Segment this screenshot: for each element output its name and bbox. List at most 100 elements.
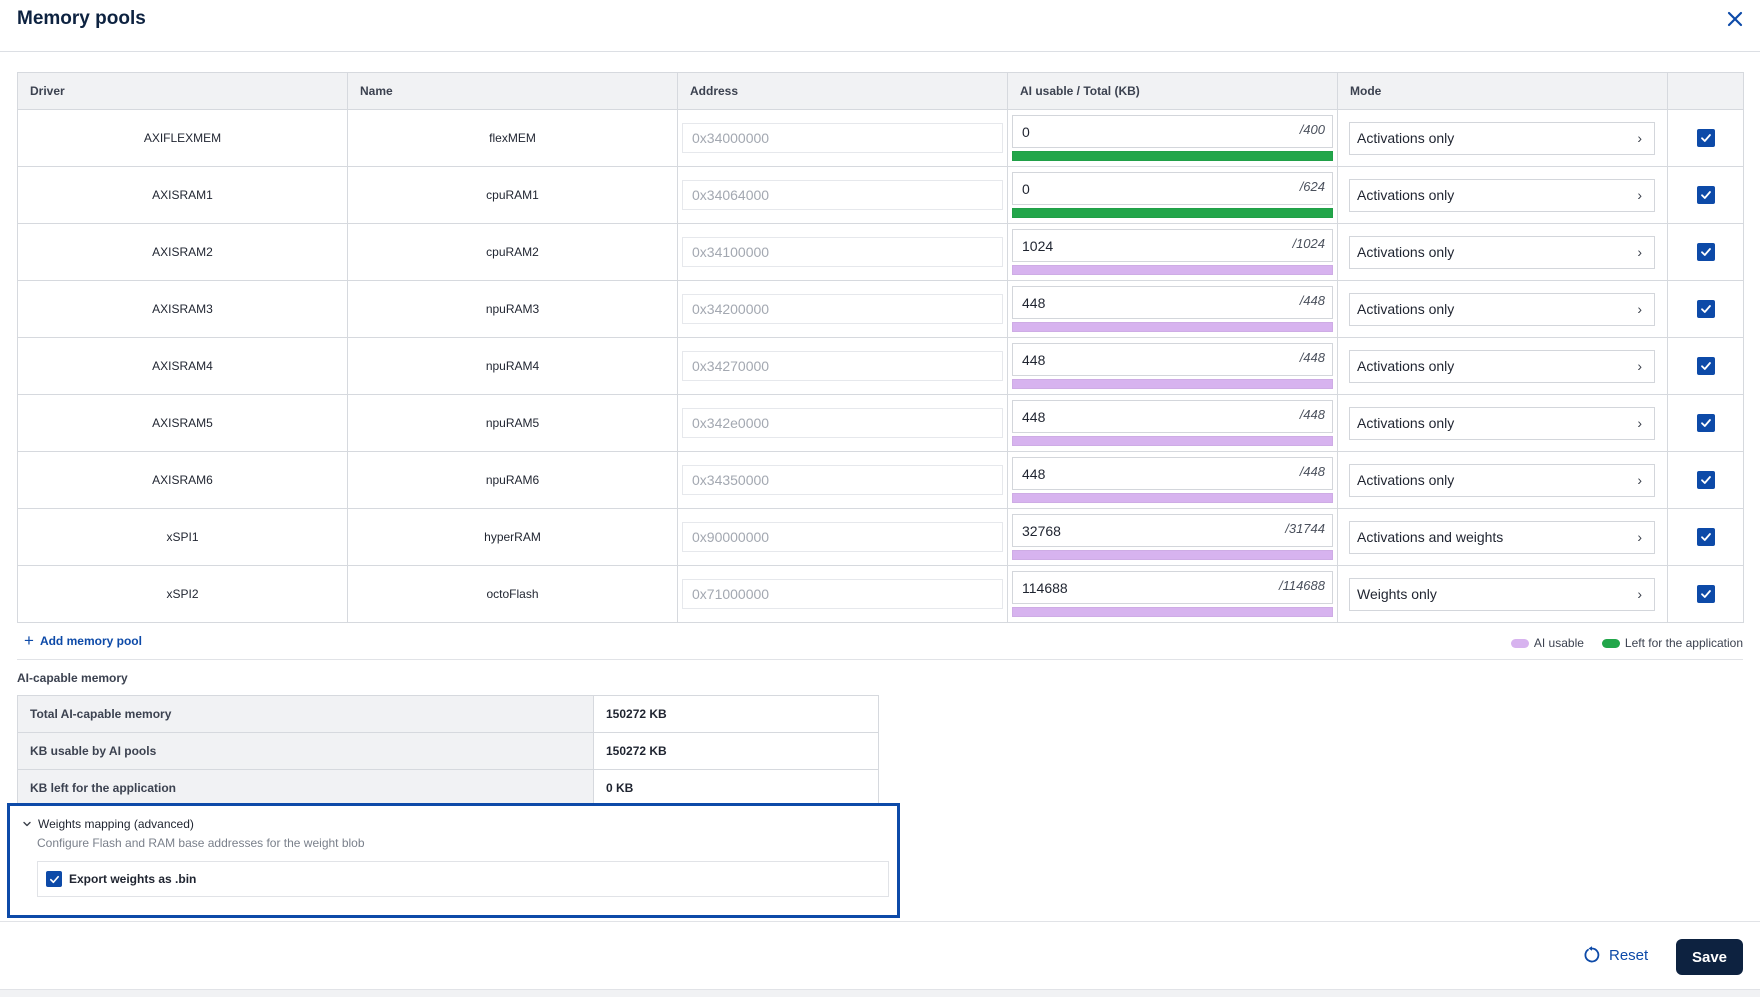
enabled-checkbox[interactable] bbox=[1696, 243, 1715, 261]
address-input[interactable]: 0x71000000 bbox=[682, 579, 1003, 609]
driver-cell: AXISRAM6 bbox=[17, 451, 348, 509]
table-row: xSPI1 hyperRAM 0x90000000 32768 /31744 A… bbox=[17, 508, 1744, 566]
address-input[interactable]: 0x34100000 bbox=[682, 237, 1003, 267]
usage-value: 448 bbox=[1022, 466, 1046, 482]
reset-button[interactable]: Reset bbox=[1583, 946, 1648, 964]
mode-cell: Activations only › bbox=[1337, 223, 1668, 281]
weights-mapping-panel: Weights mapping (advanced) Configure Fla… bbox=[7, 803, 900, 918]
driver-cell: xSPI1 bbox=[17, 508, 348, 566]
enabled-checkbox[interactable] bbox=[1696, 186, 1715, 204]
memory-pools-table: Driver Name Address AI usable / Total (K… bbox=[17, 72, 1744, 623]
mode-select[interactable]: Activations only › bbox=[1349, 292, 1655, 326]
mode-select[interactable]: Activations only › bbox=[1349, 178, 1655, 212]
mode-select[interactable]: Activations only › bbox=[1349, 349, 1655, 383]
column-header-address: Address bbox=[677, 72, 1008, 110]
enabled-checkbox[interactable] bbox=[1696, 585, 1715, 603]
weights-mapping-title: Weights mapping (advanced) bbox=[38, 817, 194, 831]
usage-input[interactable]: 448 /448 bbox=[1012, 343, 1333, 376]
usage-bar bbox=[1012, 265, 1333, 275]
address-cell: 0x34100000 bbox=[677, 223, 1008, 281]
enabled-cell bbox=[1667, 280, 1744, 338]
summary-value: 0 KB bbox=[593, 769, 879, 807]
address-input[interactable]: 0x34270000 bbox=[682, 351, 1003, 381]
address-cell: 0x34350000 bbox=[677, 451, 1008, 509]
enabled-cell bbox=[1667, 109, 1744, 167]
mode-select[interactable]: Activations only › bbox=[1349, 406, 1655, 440]
mode-value: Activations only bbox=[1357, 472, 1455, 488]
usage-cell: 114688 /114688 bbox=[1007, 565, 1338, 623]
mode-value: Activations only bbox=[1357, 187, 1455, 203]
usage-value: 114688 bbox=[1022, 580, 1068, 596]
enabled-cell bbox=[1667, 166, 1744, 224]
enabled-checkbox[interactable] bbox=[1696, 528, 1715, 546]
chevron-right-icon: › bbox=[1637, 187, 1642, 203]
enabled-checkbox[interactable] bbox=[1696, 300, 1715, 318]
chevron-right-icon: › bbox=[1637, 130, 1642, 146]
usage-total: /624 bbox=[1299, 179, 1325, 194]
usage-input[interactable]: 448 /448 bbox=[1012, 400, 1333, 433]
chevron-right-icon: › bbox=[1637, 529, 1642, 545]
dialog-header: Memory pools bbox=[0, 0, 1760, 52]
check-icon bbox=[1700, 305, 1711, 313]
check-icon bbox=[1700, 248, 1711, 256]
chevron-right-icon: › bbox=[1637, 586, 1642, 602]
address-cell: 0x34064000 bbox=[677, 166, 1008, 224]
usage-bar bbox=[1012, 550, 1333, 560]
close-icon bbox=[1727, 11, 1743, 27]
usage-input[interactable]: 114688 /114688 bbox=[1012, 571, 1333, 604]
usage-input[interactable]: 448 /448 bbox=[1012, 457, 1333, 490]
usage-input[interactable]: 448 /448 bbox=[1012, 286, 1333, 319]
table-row: xSPI2 octoFlash 0x71000000 114688 /11468… bbox=[17, 565, 1744, 623]
plus-icon: + bbox=[24, 631, 34, 650]
usage-value: 1024 bbox=[1022, 238, 1054, 254]
weights-mapping-toggle[interactable]: Weights mapping (advanced) bbox=[22, 817, 194, 831]
address-input[interactable]: 0x342e0000 bbox=[682, 408, 1003, 438]
usage-input[interactable]: 0 /624 bbox=[1012, 172, 1333, 205]
table-row: AXISRAM1 cpuRAM1 0x34064000 0 /624 Activ… bbox=[17, 166, 1744, 224]
name-cell: flexMEM bbox=[347, 109, 678, 167]
table-row: AXISRAM5 npuRAM5 0x342e0000 448 /448 Act… bbox=[17, 394, 1744, 452]
enabled-cell bbox=[1667, 394, 1744, 452]
address-input[interactable]: 0x34200000 bbox=[682, 294, 1003, 324]
summary-value: 150272 KB bbox=[593, 695, 879, 733]
usage-input[interactable]: 1024 /1024 bbox=[1012, 229, 1333, 262]
chevron-right-icon: › bbox=[1637, 358, 1642, 374]
legend: AI usable Left for the application bbox=[1510, 636, 1743, 650]
enabled-checkbox[interactable] bbox=[1696, 129, 1715, 147]
page-title: Memory pools bbox=[17, 8, 146, 29]
close-button[interactable] bbox=[1722, 6, 1748, 32]
driver-cell: AXIFLEXMEM bbox=[17, 109, 348, 167]
mode-select[interactable]: Activations only › bbox=[1349, 235, 1655, 269]
mode-select[interactable]: Weights only › bbox=[1349, 577, 1655, 611]
mode-value: Activations only bbox=[1357, 301, 1455, 317]
address-input[interactable]: 0x34064000 bbox=[682, 180, 1003, 210]
usage-input[interactable]: 32768 /31744 bbox=[1012, 514, 1333, 547]
usage-cell: 0 /400 bbox=[1007, 109, 1338, 167]
export-weights-checkbox[interactable] bbox=[46, 871, 62, 887]
add-memory-pool-button[interactable]: + Add memory pool bbox=[24, 631, 142, 650]
address-input[interactable]: 0x34350000 bbox=[682, 465, 1003, 495]
summary-title: AI-capable memory bbox=[17, 671, 128, 685]
export-weights-label: Export weights as .bin bbox=[69, 872, 197, 886]
save-button[interactable]: Save bbox=[1676, 939, 1743, 975]
mode-cell: Activations only › bbox=[1337, 337, 1668, 395]
address-input[interactable]: 0x90000000 bbox=[682, 522, 1003, 552]
chevron-right-icon: › bbox=[1637, 301, 1642, 317]
mode-select[interactable]: Activations only › bbox=[1349, 463, 1655, 497]
mode-select[interactable]: Activations and weights › bbox=[1349, 520, 1655, 554]
enabled-checkbox[interactable] bbox=[1696, 471, 1715, 489]
address-cell: 0x90000000 bbox=[677, 508, 1008, 566]
enabled-checkbox[interactable] bbox=[1696, 414, 1715, 432]
enabled-checkbox[interactable] bbox=[1696, 357, 1715, 375]
mode-value: Activations and weights bbox=[1357, 529, 1504, 545]
address-input[interactable]: 0x34000000 bbox=[682, 123, 1003, 153]
address-cell: 0x34200000 bbox=[677, 280, 1008, 338]
usage-cell: 448 /448 bbox=[1007, 337, 1338, 395]
mode-select[interactable]: Activations only › bbox=[1349, 121, 1655, 155]
mode-value: Activations only bbox=[1357, 130, 1455, 146]
bottom-strip bbox=[0, 989, 1760, 997]
usage-value: 0 bbox=[1022, 124, 1030, 140]
check-icon bbox=[1700, 419, 1711, 427]
usage-input[interactable]: 0 /400 bbox=[1012, 115, 1333, 148]
summary-label: Total AI-capable memory bbox=[17, 695, 594, 733]
